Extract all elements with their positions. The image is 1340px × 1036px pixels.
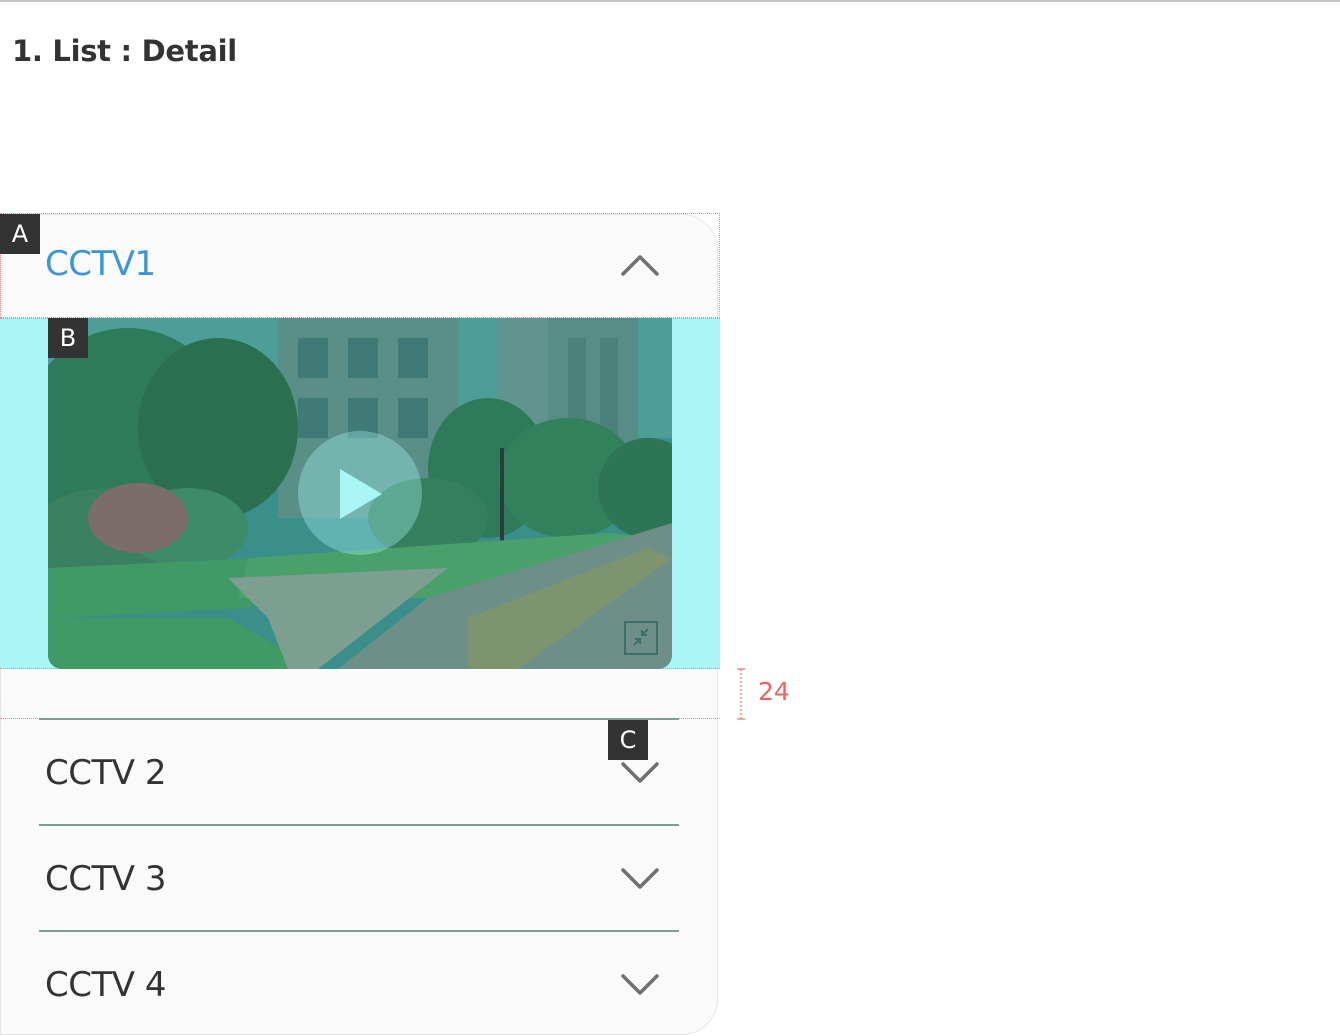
top-divider xyxy=(0,0,1340,2)
item-divider xyxy=(39,824,679,826)
collapse-icon[interactable] xyxy=(624,621,658,655)
spacing-value-label: 24 xyxy=(758,677,790,706)
annotation-badge-a: A xyxy=(0,214,40,254)
play-icon xyxy=(340,469,382,519)
item-divider xyxy=(39,930,679,932)
accordion-item-cctv3-title[interactable]: CCTV 3 xyxy=(45,859,166,899)
item-divider xyxy=(39,718,679,720)
annotation-badge-b: B xyxy=(48,318,88,358)
page-title: 1. List : Detail xyxy=(12,34,237,68)
play-button[interactable] xyxy=(298,431,422,555)
accordion-item-cctv4-title[interactable]: CCTV 4 xyxy=(45,965,166,1005)
spacing-zone xyxy=(0,669,720,719)
accordion-item-cctv2-title[interactable]: CCTV 2 xyxy=(45,753,166,793)
chevron-down-icon[interactable] xyxy=(620,760,660,786)
dimension-marker xyxy=(736,667,746,721)
annotation-badge-c: C xyxy=(608,720,648,760)
chevron-down-icon[interactable] xyxy=(620,866,660,892)
chevron-down-icon[interactable] xyxy=(620,972,660,998)
accordion-item-cctv1-title[interactable]: CCTV1 xyxy=(45,244,156,284)
chevron-up-icon[interactable] xyxy=(620,252,660,278)
